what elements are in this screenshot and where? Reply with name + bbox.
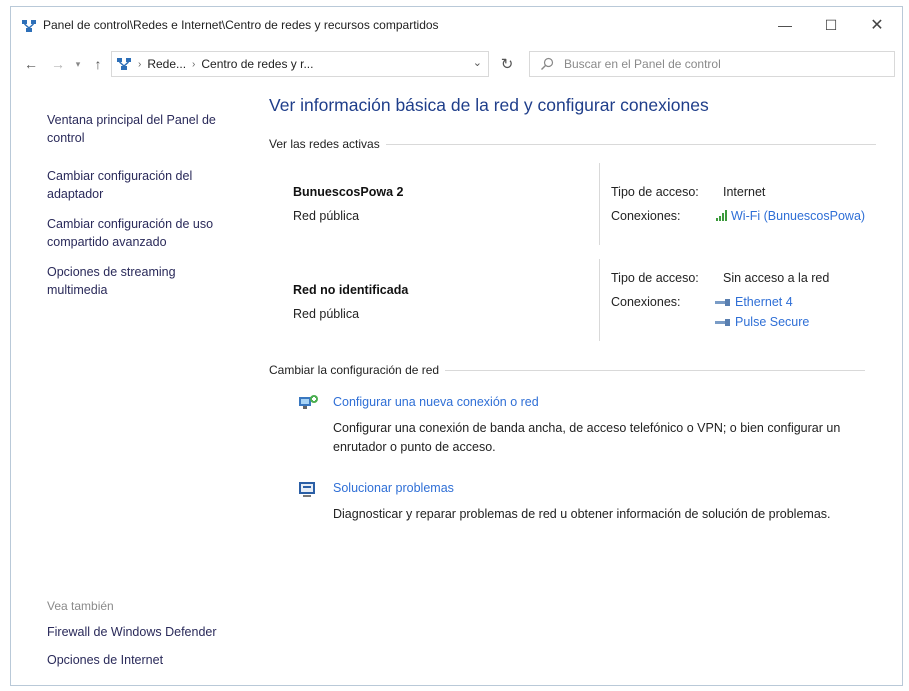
network-profile-link[interactable]: Red pública <box>293 307 359 321</box>
wifi-signal-icon <box>716 210 727 221</box>
active-networks-heading-label: Ver las redes activas <box>269 137 380 151</box>
divider <box>385 143 876 145</box>
sidebar-item-media-streaming[interactable]: Opciones de streaming multimedia <box>47 263 237 299</box>
sidebar-item-advanced-sharing[interactable]: Cambiar configuración de uso compartido … <box>47 215 237 251</box>
breadcrumb-item[interactable]: Rede... <box>147 57 186 71</box>
search-box[interactable] <box>529 51 895 77</box>
setup-new-connection-description: Configurar una conexión de banda ancha, … <box>333 421 841 454</box>
sidebar-item-adapter-settings[interactable]: Cambiar configuración del adaptador <box>47 167 237 203</box>
recent-locations-button[interactable]: ▾ <box>71 53 85 75</box>
chevron-right-icon[interactable]: › <box>192 59 195 70</box>
network-center-icon <box>117 58 131 70</box>
sidebar: Ventana principal del Panel de control C… <box>11 87 256 685</box>
see-also-internet-options-link[interactable]: Opciones de Internet <box>47 653 163 667</box>
ethernet-icon <box>715 319 730 326</box>
refresh-button[interactable]: ↻ <box>493 51 521 77</box>
troubleshoot-link[interactable]: Solucionar problemas <box>333 481 454 495</box>
network-profile-link[interactable]: Red pública <box>293 209 359 223</box>
ethernet-icon <box>715 299 730 306</box>
access-type-value: Internet <box>723 185 766 199</box>
navigation-bar: ← → ▾ ↑ › Rede... › Centro de redes y r.… <box>11 49 902 79</box>
active-networks-heading: Ver las redes activas <box>269 137 876 151</box>
page-title: Ver información básica de la red y confi… <box>269 95 709 115</box>
title-bar: Panel de control\Redes e Internet\Centro… <box>11 7 902 43</box>
divider <box>599 259 600 341</box>
troubleshoot-icon <box>299 482 315 497</box>
sidebar-item-control-panel-home[interactable]: Ventana principal del Panel de control <box>47 111 237 147</box>
connection-link-ethernet[interactable]: Ethernet 4 <box>715 295 793 309</box>
up-button[interactable]: ↑ <box>87 53 109 75</box>
close-button[interactable]: ✕ <box>857 13 897 37</box>
new-connection-icon <box>299 395 318 409</box>
back-button[interactable]: ← <box>19 53 43 75</box>
breadcrumb-item[interactable]: Centro de redes y r... <box>201 57 313 71</box>
window-title: Panel de control\Redes e Internet\Centro… <box>43 18 439 32</box>
divider <box>445 369 866 371</box>
access-type-label: Tipo de acceso: <box>611 271 699 285</box>
troubleshoot-description: Diagnosticar y reparar problemas de red … <box>333 507 831 521</box>
network-name: Red no identificada <box>293 283 409 297</box>
forward-button[interactable]: → <box>47 53 69 75</box>
setup-new-connection-link[interactable]: Configurar una nueva conexión o red <box>333 395 539 409</box>
search-icon <box>541 57 554 70</box>
network-center-icon <box>22 20 36 32</box>
maximize-button[interactable]: ☐ <box>811 13 851 37</box>
main-content: Ver información básica de la red y confi… <box>269 87 902 685</box>
chevron-down-icon[interactable]: ⌄ <box>473 56 482 69</box>
access-type-value: Sin acceso a la red <box>723 271 830 285</box>
connection-link-wifi[interactable]: Wi-Fi (BunuescosPowa) <box>715 209 865 223</box>
connection-link-pulse-secure[interactable]: Pulse Secure <box>715 315 809 329</box>
connection-name[interactable]: Pulse Secure <box>735 315 809 329</box>
connections-label: Conexiones: <box>611 209 681 223</box>
change-settings-heading-label: Cambiar la configuración de red <box>269 363 440 377</box>
minimize-button[interactable]: — <box>765 13 805 37</box>
connections-label: Conexiones: <box>611 295 681 309</box>
connection-name[interactable]: Wi-Fi (BunuescosPowa) <box>731 209 865 223</box>
network-name: BunuescosPowa 2 <box>293 185 404 199</box>
connection-name[interactable]: Ethernet 4 <box>735 295 793 309</box>
see-also-firewall-link[interactable]: Firewall de Windows Defender <box>47 625 217 639</box>
chevron-right-icon: › <box>138 58 142 70</box>
address-bar[interactable]: › Rede... › Centro de redes y r... ⌄ <box>111 51 489 77</box>
control-panel-window: Panel de control\Redes e Internet\Centro… <box>10 6 903 686</box>
search-input[interactable] <box>562 56 886 72</box>
change-settings-heading: Cambiar la configuración de red <box>269 363 866 377</box>
access-type-label: Tipo de acceso: <box>611 185 699 199</box>
divider <box>599 163 600 245</box>
see-also-heading: Vea también <box>47 599 114 613</box>
